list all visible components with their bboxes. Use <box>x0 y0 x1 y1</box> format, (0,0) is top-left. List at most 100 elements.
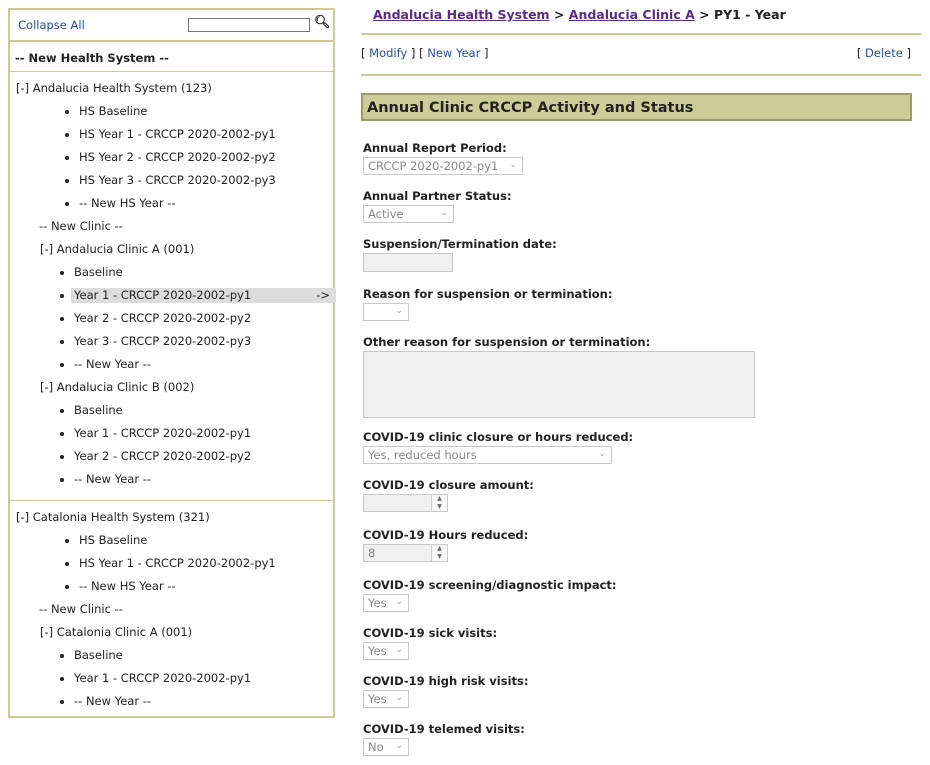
chevron-down-icon: ⌄ <box>395 306 403 316</box>
annual-report-period-select[interactable]: CRCCP 2020-2002-py1 ⌄ <box>363 157 523 175</box>
tree-hs-year-item[interactable]: HS Year 2 - CRCCP 2020-2002-py2 <box>10 146 333 169</box>
tree-clinic-year-item[interactable]: -- New Year -- <box>10 353 333 376</box>
field-label: COVID-19 Hours reduced: <box>363 528 529 542</box>
chevron-down-icon: ⌄ <box>395 645 403 655</box>
tree-hs-year-item[interactable]: HS Baseline <box>10 100 333 123</box>
suspension-date-field: Suspension/Termination date: <box>363 237 557 272</box>
field-label: COVID-19 screening/diagnostic impact: <box>363 578 617 592</box>
covid-closure-select[interactable]: Yes, reduced hours ⌄ <box>363 446 612 464</box>
tree-item-label: Year 1 - CRCCP 2020-2002-py1 <box>74 671 252 685</box>
spinner-arrows-icon[interactable]: ▲ ▼ <box>431 545 447 561</box>
tree-new-clinic-link[interactable]: -- New Clinic -- <box>10 598 333 621</box>
tree-clinic-year-item[interactable]: Year 2 - CRCCP 2020-2002-py2 <box>10 307 333 330</box>
closure-amount-field: COVID-19 closure amount: ▲ ▼ <box>363 478 534 512</box>
tree-item-label: Year 2 - CRCCP 2020-2002-py2 <box>74 449 252 463</box>
action-links: [ Modify ] [ New Year ] [ Delete ] <box>361 46 911 60</box>
suspension-reason-select[interactable]: ⌄ <box>363 303 409 321</box>
tree-clinic[interactable]: [-] Andalucia Clinic A (001) <box>10 238 333 261</box>
other-reason-field: Other reason for suspension or terminati… <box>363 335 755 418</box>
tree-item-label: Year 3 - CRCCP 2020-2002-py3 <box>74 334 252 348</box>
tree-clinic-year-item[interactable]: -- New Year -- <box>10 468 333 491</box>
tree-item-label: -- New Year -- <box>74 694 151 708</box>
tree-clinic-year-item[interactable]: Year 1 - CRCCP 2020-2002-py1 <box>10 667 333 690</box>
tree-item-label: -- New Year -- <box>74 472 151 486</box>
telemed-visits-select[interactable]: No ⌄ <box>363 738 409 756</box>
section-title: Annual Clinic CRCCP Activity and Status <box>361 93 912 121</box>
tree-item-label: HS Year 2 - CRCCP 2020-2002-py2 <box>79 150 276 164</box>
breadcrumb-clinic[interactable]: Andalucia Clinic A <box>569 7 695 22</box>
sick-visits-field: COVID-19 sick visits: Yes ⌄ <box>363 626 497 660</box>
tree-hs-year-item[interactable]: HS Year 1 - CRCCP 2020-2002-py1 <box>10 552 333 575</box>
field-label: Annual Partner Status: <box>363 189 512 203</box>
chevron-down-icon: ⌄ <box>395 741 403 751</box>
tree-hs-year-item[interactable]: -- New HS Year -- <box>10 575 333 598</box>
tree-clinic-year-item[interactable]: Year 1 - CRCCP 2020-2002-py1 -> <box>10 284 336 307</box>
breadcrumb: Andalucia Health System > Andalucia Clin… <box>373 7 786 22</box>
tree-new-clinic-link[interactable]: -- New Clinic -- <box>10 215 333 238</box>
tree-search-input[interactable] <box>188 18 310 32</box>
tree-clinic-year-item[interactable]: Year 1 - CRCCP 2020-2002-py1 <box>10 422 333 445</box>
field-label: COVID-19 telemed visits: <box>363 722 525 736</box>
tree-item-label: [-] Andalucia Clinic A (001) <box>40 242 195 256</box>
tree-hs-year-item[interactable]: -- New HS Year -- <box>10 192 333 215</box>
sick-visits-select[interactable]: Yes ⌄ <box>363 642 409 660</box>
other-reason-textarea[interactable] <box>363 351 755 418</box>
divider <box>10 500 333 501</box>
divider <box>361 33 921 35</box>
tree-health-system[interactable]: [-] Catalonia Health System (321) <box>10 506 333 529</box>
breadcrumb-health-system[interactable]: Andalucia Health System <box>373 7 550 22</box>
tree-item-label: Baseline <box>74 403 123 417</box>
screening-impact-select[interactable]: Yes ⌄ <box>363 594 409 612</box>
tree-clinic[interactable]: [-] Catalonia Clinic A (001) <box>10 621 333 644</box>
screening-impact-field: COVID-19 screening/diagnostic impact: Yes… <box>363 578 617 612</box>
tree-clinic-year-item[interactable]: Baseline <box>10 644 333 667</box>
spinner-arrows-icon[interactable]: ▲ ▼ <box>431 495 447 511</box>
tree-hs-year-item[interactable]: HS Baseline <box>10 529 333 552</box>
tree-item-label: Year 1 - CRCCP 2020-2002-py1 <box>74 426 252 440</box>
chevron-down-icon: ⌄ <box>598 449 606 459</box>
tree-item-label: -- New Clinic -- <box>39 219 123 233</box>
tree-clinic-year-item[interactable]: Baseline <box>10 261 333 284</box>
field-label: COVID-19 sick visits: <box>363 626 498 640</box>
tree-header: Collapse All 🔍︎ <box>10 10 333 42</box>
high-risk-visits-select[interactable]: Yes ⌄ <box>363 690 409 708</box>
new-year-link[interactable]: New Year <box>427 46 480 60</box>
field-label: COVID-19 clinic closure or hours reduced… <box>363 430 634 444</box>
tree-health-system[interactable]: [-] Andalucia Health System (123) <box>10 77 333 100</box>
tree-clinic-year-item[interactable]: -- New Year -- <box>10 690 333 713</box>
tree-clinic-year-item[interactable]: Year 2 - CRCCP 2020-2002-py2 <box>10 445 333 468</box>
covid-closure-field: COVID-19 clinic closure or hours reduced… <box>363 430 633 464</box>
field-label: COVID-19 closure amount: <box>363 478 534 492</box>
breadcrumb-current: PY1 - Year <box>713 7 786 22</box>
tree-item-label: Baseline <box>74 648 123 662</box>
chevron-down-icon: ⌄ <box>395 597 403 607</box>
divider <box>361 74 921 76</box>
tree-item-label: HS Year 3 - CRCCP 2020-2002-py3 <box>79 173 276 187</box>
suspension-date-input[interactable] <box>363 253 453 272</box>
field-label: COVID-19 high risk visits: <box>363 674 529 688</box>
annual-partner-status-field: Annual Partner Status: Active ⌄ <box>363 189 512 223</box>
tree-clinic-year-item[interactable]: Baseline <box>10 399 333 422</box>
tree-clinic[interactable]: [-] Andalucia Clinic B (002) <box>10 376 333 399</box>
tree-hs-year-item[interactable]: HS Year 1 - CRCCP 2020-2002-py1 <box>10 123 333 146</box>
hours-reduced-stepper[interactable]: 8 ▲ ▼ <box>363 544 448 562</box>
tree-item-label: Baseline <box>74 265 123 279</box>
search-icon[interactable]: 🔍︎ <box>314 15 331 30</box>
field-label: Annual Report Period: <box>363 141 507 155</box>
telemed-visits-field: COVID-19 telemed visits: No ⌄ <box>363 722 525 756</box>
hours-reduced-field: COVID-19 Hours reduced: 8 ▲ ▼ <box>363 528 528 562</box>
high-risk-visits-field: COVID-19 high risk visits: Yes ⌄ <box>363 674 528 708</box>
field-label: Suspension/Termination date: <box>363 237 557 251</box>
tree-hs-year-item[interactable]: HS Year 3 - CRCCP 2020-2002-py3 <box>10 169 333 192</box>
closure-amount-stepper[interactable]: ▲ ▼ <box>363 494 448 512</box>
new-health-system-link[interactable]: -- New Health System -- <box>10 42 333 72</box>
tree-item-label: HS Year 1 - CRCCP 2020-2002-py1 <box>79 556 276 570</box>
tree-clinic-year-item[interactable]: Year 3 - CRCCP 2020-2002-py3 <box>10 330 333 353</box>
delete-link[interactable]: Delete <box>865 46 903 60</box>
modify-link[interactable]: Modify <box>369 46 407 60</box>
tree-item-label: -- New HS Year -- <box>79 579 176 593</box>
navigation-tree-panel: Collapse All 🔍︎ -- New Health System -- … <box>8 8 336 718</box>
collapse-all-link[interactable]: Collapse All <box>18 18 85 32</box>
partner-status-select[interactable]: Active ⌄ <box>363 205 454 223</box>
chevron-down-icon: ⌄ <box>440 208 448 218</box>
